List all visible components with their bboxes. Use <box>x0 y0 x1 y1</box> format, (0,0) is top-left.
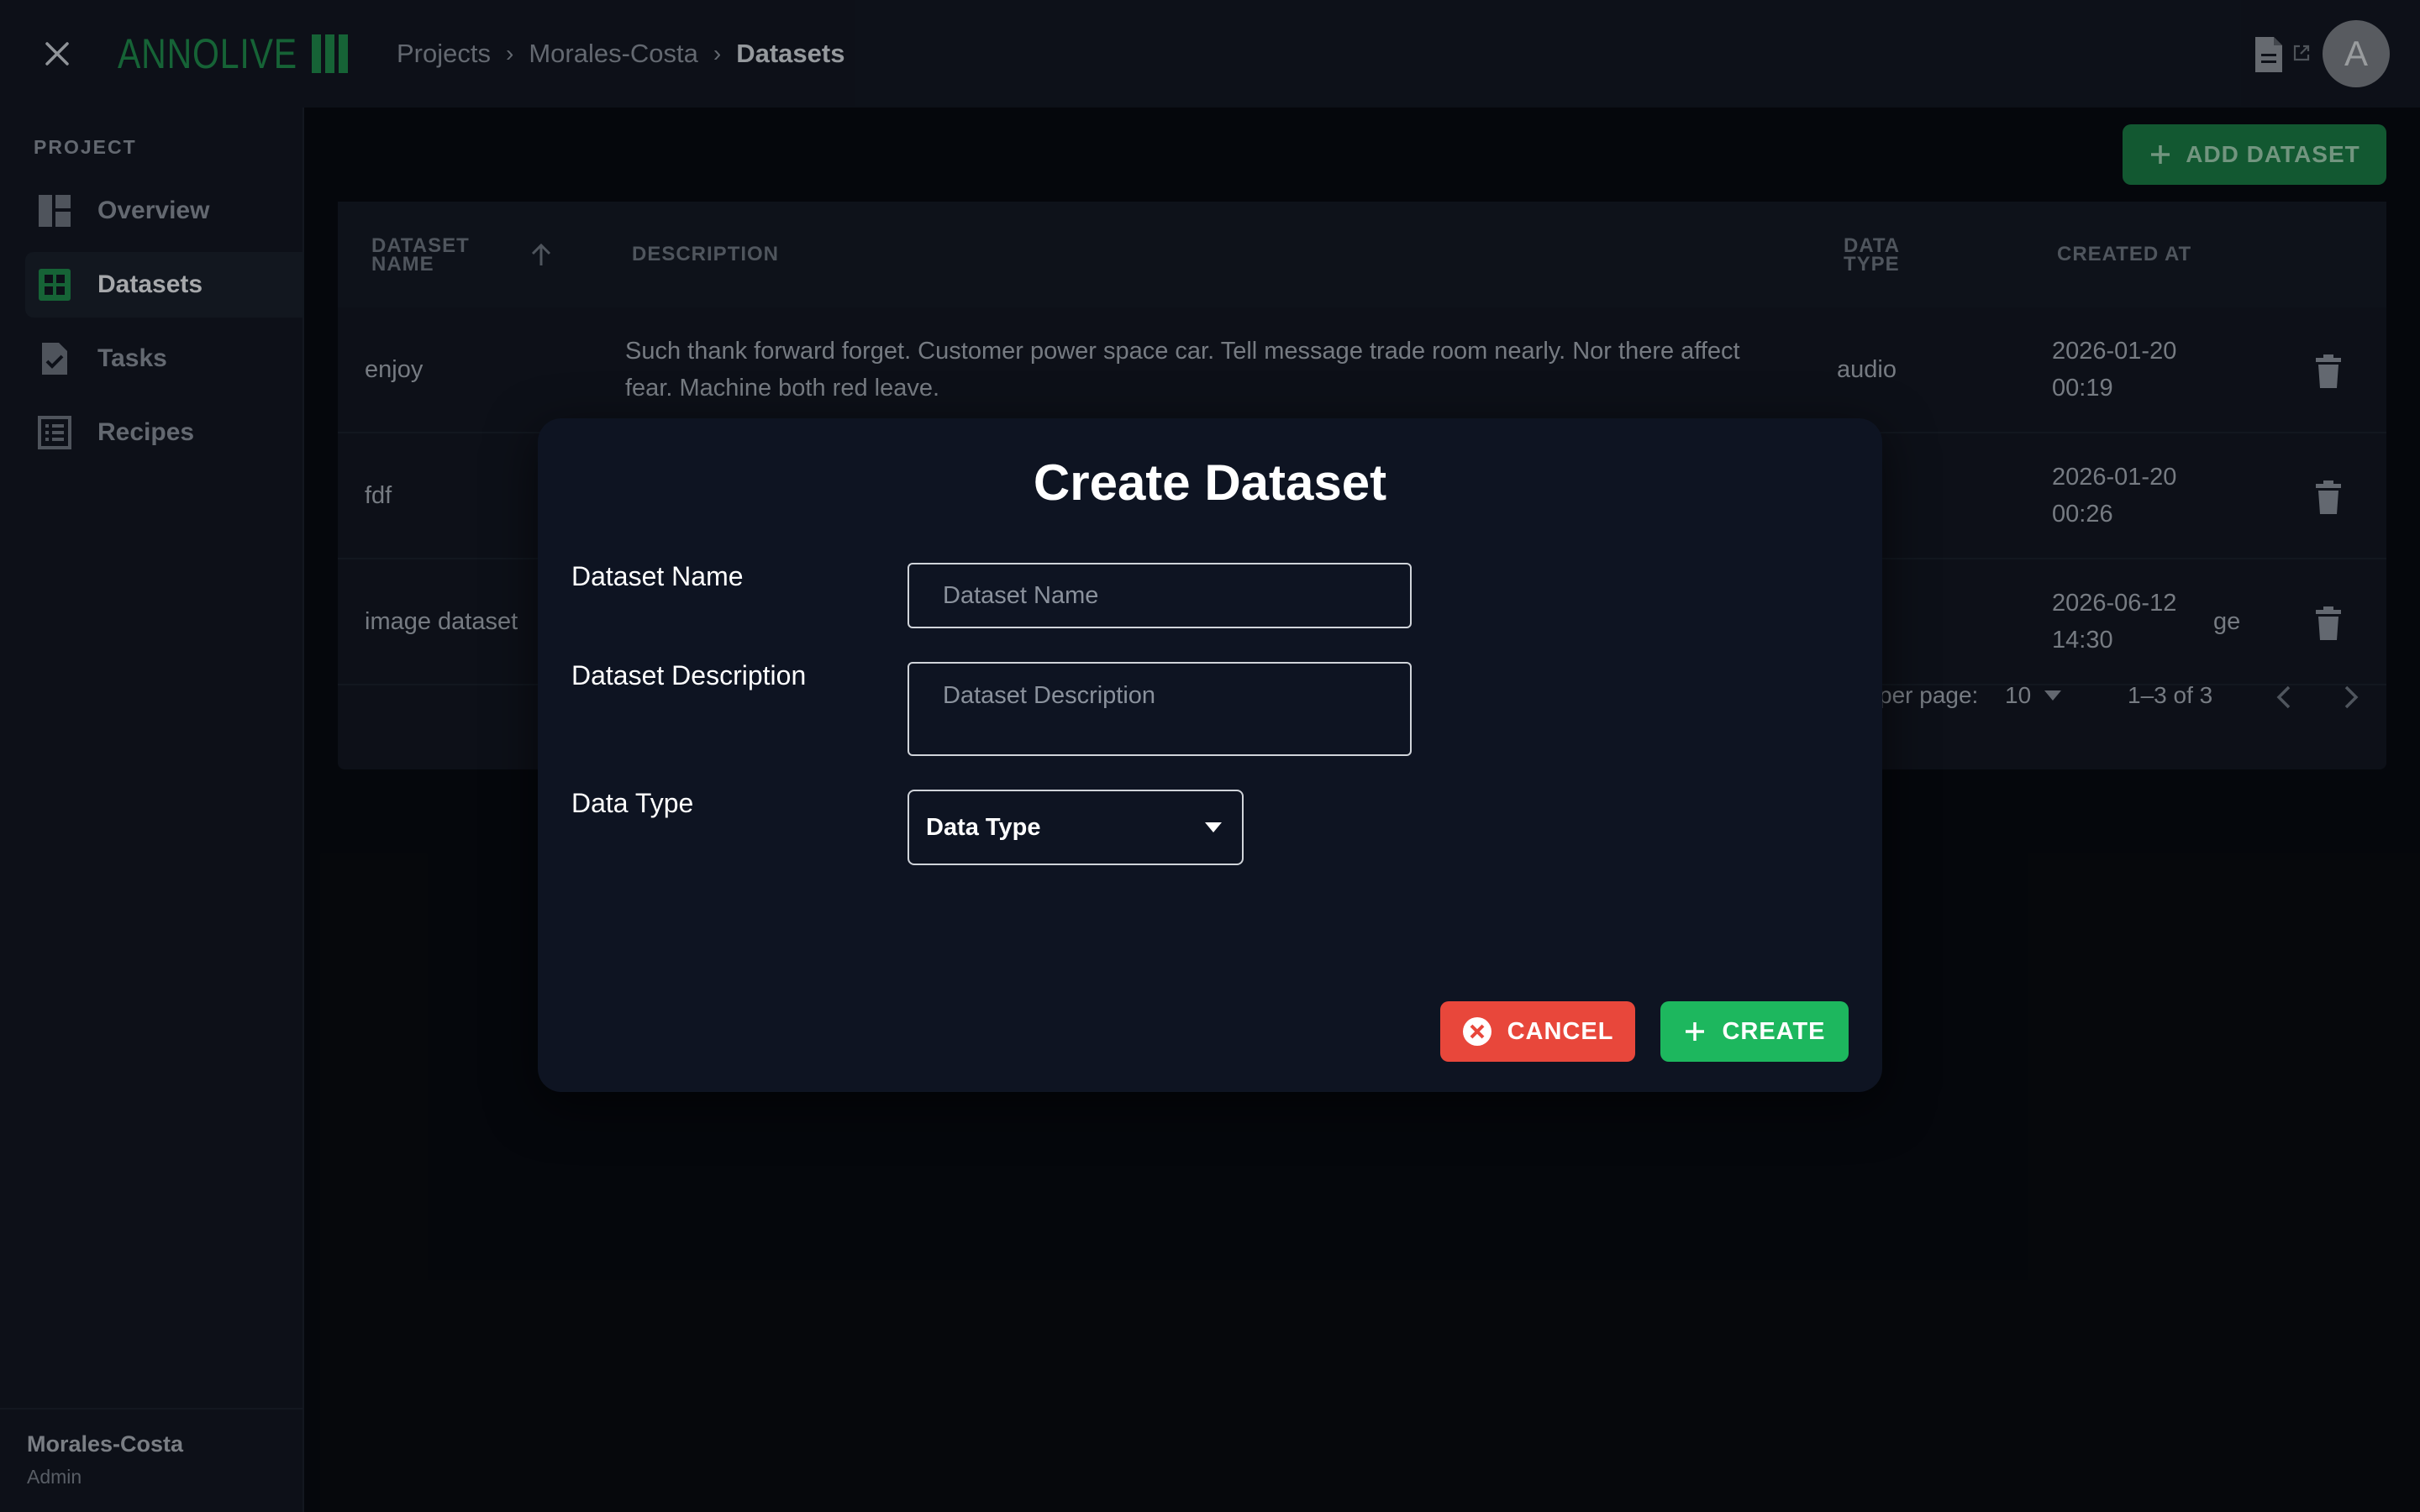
dataset-name-label: Dataset Name <box>571 561 744 591</box>
data-type-value: Data Type <box>926 813 1041 841</box>
dataset-description-label: Dataset Description <box>571 660 807 690</box>
cancel-label: CANCEL <box>1507 1017 1614 1045</box>
create-dataset-dialog: Create Dataset Dataset Name Dataset Desc… <box>538 418 1882 1092</box>
dialog-title: Create Dataset <box>1033 454 1387 511</box>
create-button[interactable]: CREATE <box>1660 1001 1849 1062</box>
dataset-name-input[interactable] <box>908 563 1412 628</box>
cancel-button[interactable]: CANCEL <box>1440 1001 1635 1062</box>
data-type-select[interactable]: Data Type <box>908 790 1244 865</box>
cancel-circle-icon <box>1462 1017 1491 1046</box>
plus-icon <box>1686 1022 1705 1041</box>
caret-down-icon <box>1205 822 1222 832</box>
create-label: CREATE <box>1722 1017 1826 1045</box>
dataset-description-input[interactable] <box>908 662 1412 756</box>
data-type-label: Data Type <box>571 788 694 818</box>
